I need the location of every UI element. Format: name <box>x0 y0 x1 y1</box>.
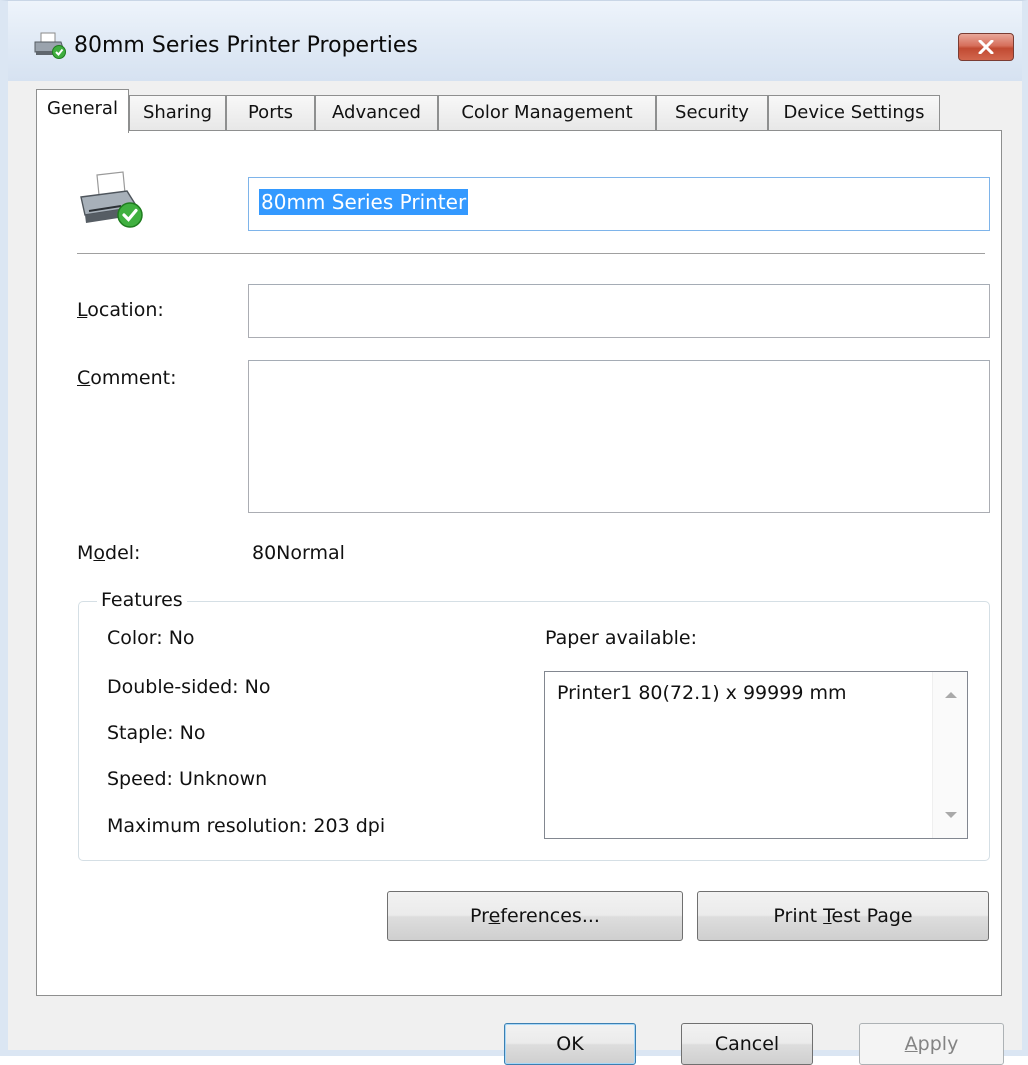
paper-available-label: Paper available: <box>545 627 698 649</box>
apply-button[interactable]: Apply <box>859 1023 1004 1065</box>
feature-max-resolution: Maximum resolution: 203 dpi <box>107 815 386 837</box>
model-label: Model: <box>77 542 141 564</box>
general-tab-panel: 80mm Series Printer Location: Comment: M… <box>36 130 1002 996</box>
printer-icon <box>80 171 143 228</box>
paper-available-list[interactable]: Printer1 80(72.1) x 99999 mm <box>544 671 968 839</box>
feature-speed: Speed: Unknown <box>107 768 268 790</box>
tab-sharing[interactable]: Sharing <box>129 95 226 131</box>
feature-double-sided: Double-sided: No <box>107 676 271 698</box>
title-bar[interactable]: 80mm Series Printer Properties <box>8 1 1022 81</box>
tab-advanced[interactable]: Advanced <box>315 95 438 131</box>
comment-label: Comment: <box>77 367 177 389</box>
list-scrollbar[interactable] <box>932 672 967 838</box>
location-label: Location: <box>77 299 164 321</box>
window-title: 80mm Series Printer Properties <box>74 33 418 58</box>
dialog-client-area: General Sharing Ports Advanced Color Man… <box>8 81 1022 1065</box>
scroll-up-icon[interactable] <box>945 692 957 698</box>
preferences-button[interactable]: Preferences... <box>387 891 683 941</box>
printer-name-text: 80mm Series Printer <box>259 189 469 215</box>
tab-color-management[interactable]: Color Management <box>438 95 656 131</box>
close-button[interactable] <box>958 33 1014 61</box>
printer-properties-window: 80mm Series Printer Properties General S… <box>0 0 1028 1065</box>
scroll-down-icon[interactable] <box>945 812 957 818</box>
location-input[interactable] <box>248 284 990 338</box>
tab-general[interactable]: General <box>36 89 129 133</box>
printer-name-input[interactable]: 80mm Series Printer <box>248 177 990 231</box>
list-item[interactable]: Printer1 80(72.1) x 99999 mm <box>557 682 846 704</box>
model-value: 80Normal <box>252 542 345 564</box>
feature-staple: Staple: No <box>107 722 206 744</box>
print-test-page-button[interactable]: Print Test Page <box>697 891 989 941</box>
ok-button[interactable]: OK <box>504 1023 636 1065</box>
tab-device-settings[interactable]: Device Settings <box>768 95 940 131</box>
tab-security[interactable]: Security <box>656 95 768 131</box>
feature-color: Color: No <box>107 627 195 649</box>
tab-ports[interactable]: Ports <box>226 95 315 131</box>
comment-textarea[interactable] <box>248 360 990 513</box>
cancel-button[interactable]: Cancel <box>681 1023 813 1065</box>
separator <box>77 253 985 255</box>
close-icon <box>978 40 994 54</box>
printer-icon <box>34 32 66 59</box>
features-title: Features <box>97 589 187 611</box>
